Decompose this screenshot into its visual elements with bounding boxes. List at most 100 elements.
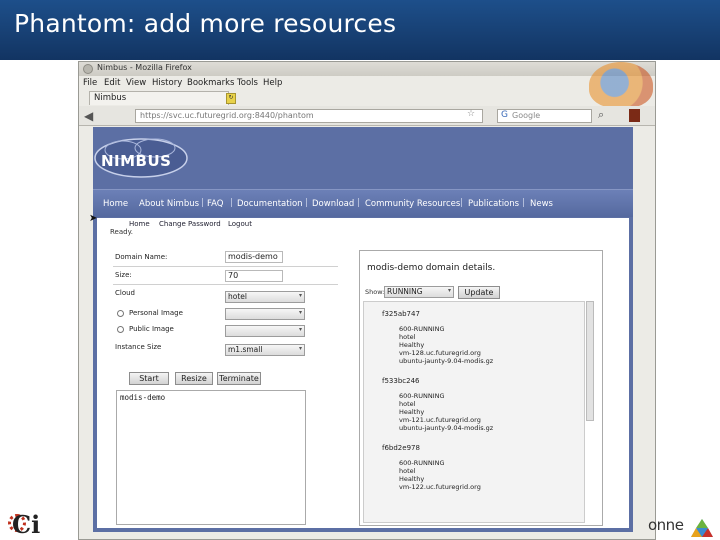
form-divider [113,284,338,285]
show-label: Show: [365,288,385,296]
nav-download[interactable]: Download [312,199,354,209]
nav-community[interactable]: Community Resources [365,199,460,209]
search-icon[interactable]: ⌕ [598,108,604,122]
nav-about[interactable]: About Nimbus [139,199,199,209]
search-placeholder: Google [512,111,541,120]
public-image-label: Public Image [129,325,174,333]
vm-cloud: hotel [399,400,416,408]
vm-host: vm-122.uc.futuregrid.org [399,483,481,491]
vm-list[interactable]: f325ab747 600-RUNNING hotel Healthy vm-1… [363,301,585,523]
vm-id: f325ab747 [382,310,420,318]
menu-file[interactable]: File [83,78,97,88]
browser-window: Nimbus - Mozilla Firefox File Edit View … [78,61,656,540]
tab-label: Nimbus [94,93,127,103]
nav-home[interactable]: Home [103,199,128,209]
vm-image: ubuntu-jaunty-9.04-modis.gz [399,424,494,432]
update-button[interactable]: Update [458,286,500,299]
tab-nimbus[interactable]: Nimbus ↻ [89,91,236,105]
mouse-cursor-icon: ➤ [89,213,98,224]
nav-separator: | [230,198,234,208]
resize-button[interactable]: Resize [175,372,213,385]
vm-host: vm-121.uc.futuregrid.org [399,416,481,424]
window-title: Nimbus - Mozilla Firefox [97,63,192,72]
vm-image: ubuntu-jaunty-9.04-modis.gz [399,357,494,365]
domain-name-input[interactable]: modis-demo [225,251,283,263]
chevron-down-icon: ▾ [298,345,302,352]
content-area: ➤ Home Change Password Logout Ready. Dom… [89,213,629,528]
tab-reload-icon[interactable]: ↻ [226,93,236,104]
nav-faq[interactable]: FAQ [207,199,223,209]
nimbus-logo-text: NIMBUS [101,152,172,170]
personal-image-label: Personal Image [129,309,183,317]
subnav-logout-link[interactable]: Logout [228,220,252,228]
personal-image-select[interactable]: ▾ [225,308,305,320]
menu-tools[interactable]: Tools [237,78,258,88]
chevron-down-icon: ▾ [447,287,451,294]
nav-separator: | [357,198,361,208]
vm-health: Healthy [399,341,425,349]
nav-separator: | [460,198,464,208]
console-output[interactable]: modis-demo [116,390,306,525]
vm-list-scrollbar[interactable] [586,301,594,421]
show-filter-select[interactable]: RUNNING ▾ [384,286,454,298]
nav-separator: | [522,198,526,208]
terminate-button[interactable]: Terminate [217,372,261,385]
start-button[interactable]: Start [129,372,169,385]
site-nav: Home About Nimbus | FAQ | Documentation … [93,189,633,217]
navigation-toolbar: ◀ https://svc.uc.futuregrid.org:8440/pha… [79,106,655,126]
vm-id: f533bc246 [382,377,420,385]
subnav-change-password-link[interactable]: Change Password [159,220,221,228]
public-image-radio[interactable] [117,326,124,333]
instance-size-select[interactable]: m1.small ▾ [225,344,305,356]
argonne-logo-text: onne [648,516,684,534]
tab-bar: Nimbus ↻ [79,91,655,105]
web-page: NIMBUS Home About Nimbus | FAQ | Documen… [89,127,633,532]
nav-separator: | [305,198,309,208]
nav-news[interactable]: News [530,199,553,209]
vm-state: 600-RUNNING [399,392,445,400]
menu-view[interactable]: View [126,78,146,88]
chevron-down-icon: ▾ [298,309,302,316]
vm-id: f6bd2e978 [382,444,420,452]
menu-bookmarks[interactable]: Bookmarks [187,78,235,88]
console-text: modis-demo [120,393,166,402]
menu-edit[interactable]: Edit [104,78,120,88]
menu-history[interactable]: History [152,78,182,88]
argonne-triangle-icon [691,519,713,537]
vm-cloud: hotel [399,333,416,341]
slide-title: Phantom: add more resources [14,9,397,38]
window-titlebar: Nimbus - Mozilla Firefox [79,62,655,76]
vm-health: Healthy [399,475,425,483]
menu-help[interactable]: Help [263,78,282,88]
back-icon[interactable]: ◀ [84,109,100,123]
personal-image-radio[interactable] [117,310,124,317]
cloud-select[interactable]: hotel ▾ [225,291,305,303]
search-input[interactable]: G Google [497,109,592,123]
url-input[interactable]: https://svc.uc.futuregrid.org:8440/phant… [135,109,483,123]
domain-details-panel: modis-demo domain details. Show: RUNNING… [359,250,603,526]
domain-name-label: Domain Name: [115,253,168,261]
nav-documentation[interactable]: Documentation [237,199,303,209]
cloud-select-value: hotel [228,292,247,301]
vm-health: Healthy [399,408,425,416]
instance-size-value: m1.small [228,345,263,354]
chevron-down-icon: ▾ [298,326,302,333]
bookmark-star-icon[interactable]: ☆ [467,109,475,119]
window-menu-icon[interactable] [83,64,93,74]
form-divider [113,266,338,267]
show-filter-value: RUNNING [387,287,423,296]
slide: Phantom: add more resources Nimbus - Moz… [0,0,720,540]
subnav-home-link[interactable]: Home [129,220,150,228]
details-title: modis-demo domain details. [367,263,496,273]
vm-cloud: hotel [399,467,416,475]
status-text: Ready. [110,228,133,236]
menu-bar: File Edit View History Bookmarks Tools H… [79,77,655,90]
instance-size-label: Instance Size [115,343,162,351]
nav-publications[interactable]: Publications [468,199,519,209]
ci-logo-text: Ci [12,510,41,539]
vm-state: 600-RUNNING [399,325,445,333]
size-label: Size: [115,271,132,279]
public-image-select[interactable]: ▾ [225,325,305,337]
addon-icon[interactable] [629,109,640,122]
size-input[interactable]: 70 [225,270,283,282]
